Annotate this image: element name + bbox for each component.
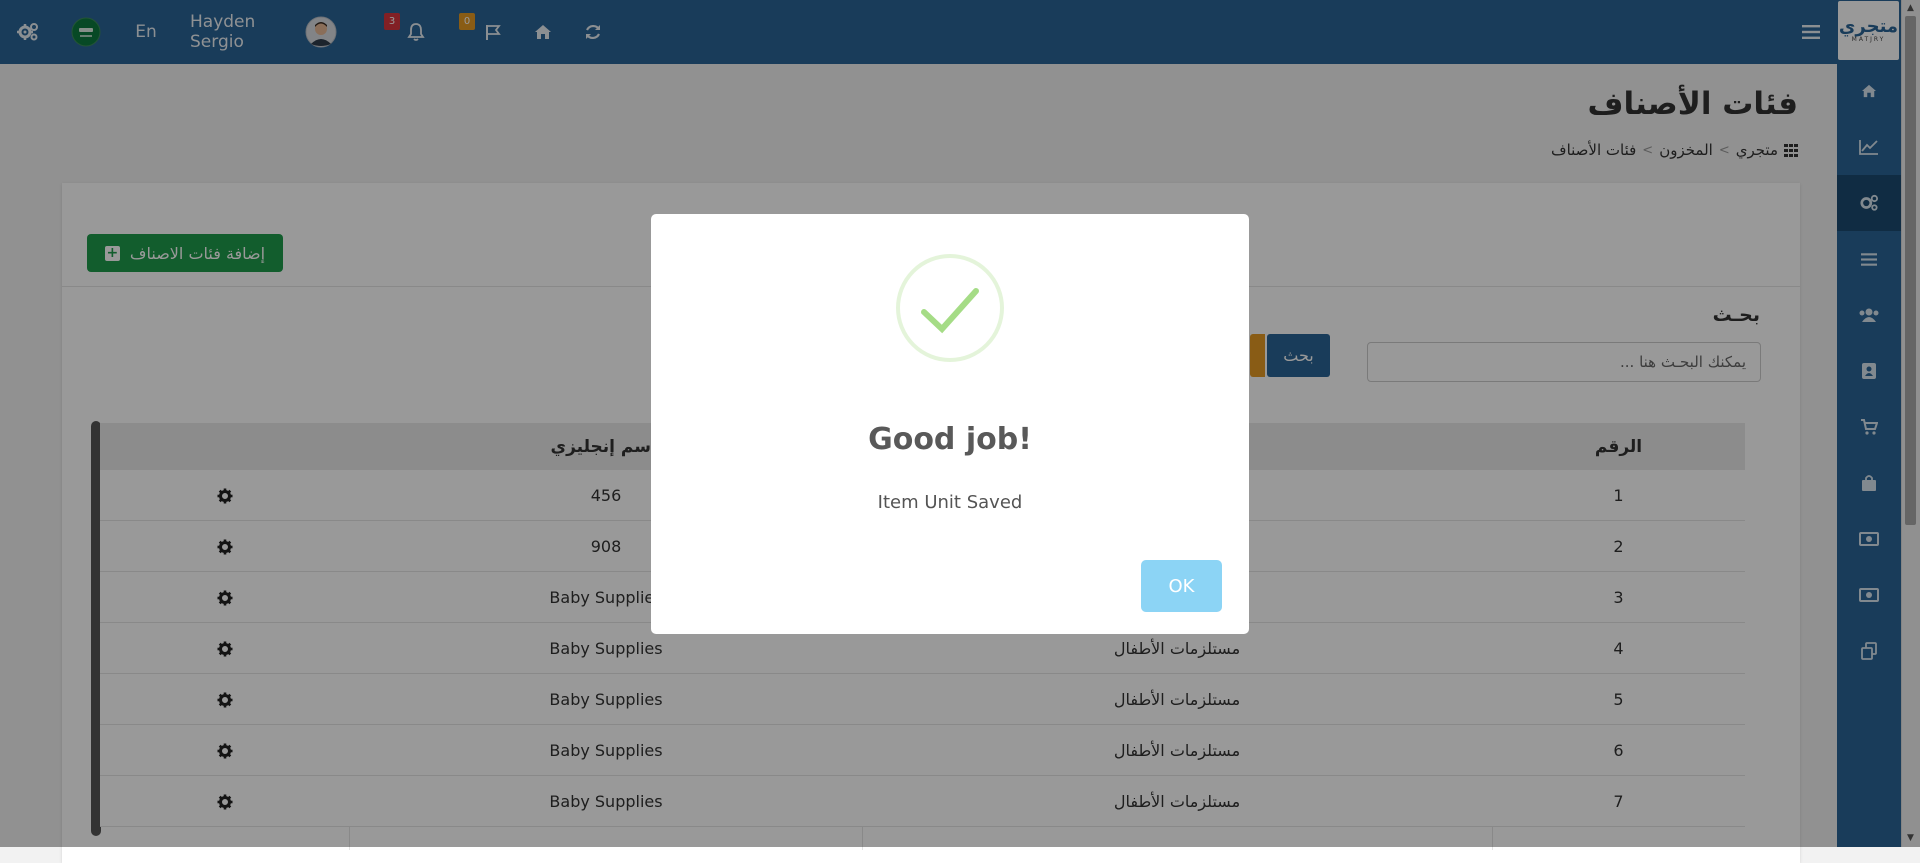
- success-check-icon: [896, 254, 1004, 362]
- dialog-message: Item Unit Saved: [877, 492, 1023, 513]
- dialog-title: Good job!: [868, 422, 1032, 457]
- success-dialog: Good job! Item Unit Saved OK: [651, 214, 1249, 634]
- ok-button[interactable]: OK: [1141, 560, 1222, 612]
